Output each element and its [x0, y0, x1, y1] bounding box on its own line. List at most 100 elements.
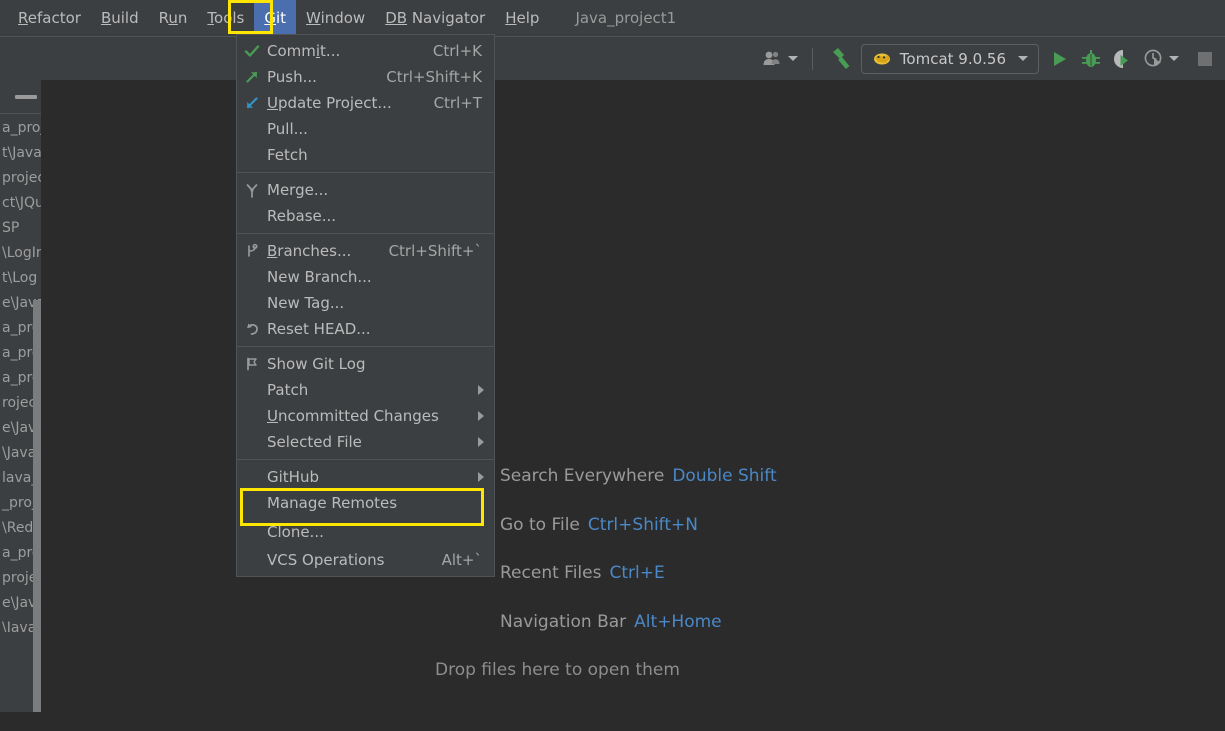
menu-item-uncommitted-changes[interactable]: Uncommitted Changes [237, 403, 494, 429]
menu-item-manage-remotes-label: Manage Remotes [267, 494, 398, 512]
chevron-down-icon[interactable] [1018, 56, 1028, 61]
menu-item-new-tag[interactable]: New Tag... [237, 290, 494, 316]
menu-item-branches-shortcut: Ctrl+Shift+` [388, 242, 482, 260]
menu-item-rebase-label: Rebase... [267, 207, 337, 225]
menu-window[interactable]: Window [296, 0, 375, 36]
menu-help[interactable]: Help [495, 0, 549, 36]
welcome-hint-shortcut: Alt+Home [634, 612, 722, 632]
stop-square-icon[interactable] [1193, 45, 1217, 73]
menu-item-show-git-log[interactable]: Show Git Log [237, 351, 494, 377]
welcome-hint-label: Navigation Bar [500, 612, 627, 632]
menu-item-patch[interactable]: Patch [237, 377, 494, 403]
menu-item-push[interactable]: Push... Ctrl+Shift+K [237, 64, 494, 90]
menu-db-navigator[interactable]: DB Navigator [375, 0, 495, 36]
submenu-arrow-icon [478, 437, 484, 447]
welcome-hint-shortcut: Double Shift [672, 466, 777, 486]
list-item[interactable]: ct\JQu [0, 191, 41, 216]
menu-item-vcs-operations[interactable]: VCS Operations Alt+` [237, 547, 494, 573]
welcome-hint-label: Recent Files [500, 563, 602, 583]
vertical-scrollbar[interactable] [33, 300, 41, 712]
main-toolbar: Tomcat 9.0.56 [0, 36, 1225, 80]
chevron-down-icon[interactable] [787, 56, 798, 61]
submenu-arrow-icon [478, 385, 484, 395]
menu-item-clone[interactable]: Clone... [237, 516, 494, 547]
menu-separator [237, 233, 494, 234]
menu-item-selected-file[interactable]: Selected File [237, 429, 494, 455]
menu-refactor[interactable]: Refactor [8, 0, 91, 36]
menu-item-update-project-label: Update Project... [267, 94, 392, 112]
menu-item-vcs-operations-label: VCS Operations [267, 551, 385, 569]
run-configuration-selector[interactable]: Tomcat 9.0.56 [860, 43, 1039, 74]
toolbar-separator [811, 47, 813, 70]
profiler-icon[interactable] [1143, 45, 1179, 73]
menu-item-branches[interactable]: Branches... Ctrl+Shift+` [237, 238, 494, 264]
welcome-hint: Navigation Bar Alt+Home [500, 612, 722, 632]
welcome-hint: Go to File Ctrl+Shift+N [500, 515, 698, 535]
menu-item-fetch-label: Fetch [267, 146, 308, 164]
menu-item-reset-head-label: Reset HEAD... [267, 320, 371, 338]
menu-item-clone-label: Clone... [267, 522, 324, 541]
minimize-dash-icon[interactable] [15, 95, 37, 99]
menu-item-vcs-operations-shortcut: Alt+` [441, 551, 482, 569]
menu-item-push-label: Push... [267, 68, 317, 86]
menu-item-selected-file-label: Selected File [267, 433, 362, 451]
menu-item-patch-label: Patch [267, 381, 309, 399]
tomcat-icon [873, 53, 890, 64]
menu-item-commit[interactable]: Commit... Ctrl+K [237, 38, 494, 64]
menu-item-fetch[interactable]: Fetch [237, 142, 494, 168]
drop-files-hint: Drop files here to open them [435, 660, 680, 680]
menu-item-reset-head[interactable]: Reset HEAD... [237, 316, 494, 342]
menu-refactor-label: Refactor [18, 9, 81, 27]
welcome-hint-label: Search Everywhere [500, 466, 665, 486]
user-icon[interactable] [762, 45, 798, 73]
branch-icon [237, 243, 267, 259]
main-content-area: Search Everywhere Double Shift Go to File… [0, 80, 1225, 731]
run-play-icon[interactable] [1047, 45, 1071, 73]
menu-item-merge-label: Merge... [267, 181, 329, 199]
menu-item-uncommitted-changes-label: Uncommitted Changes [267, 407, 439, 425]
menu-item-manage-remotes[interactable]: Manage Remotes [237, 490, 494, 516]
menu-item-commit-label: Commit... [267, 42, 341, 60]
list-item[interactable]: \LogIn [0, 241, 41, 266]
menu-item-pull-label: Pull... [267, 120, 308, 138]
menu-item-github-label: GitHub [267, 468, 319, 486]
menu-git[interactable]: Git [254, 0, 297, 36]
git-log-flag-icon [237, 356, 267, 372]
list-item[interactable]: t\Java [0, 141, 41, 166]
welcome-hint-label: Go to File [500, 515, 580, 535]
push-arrow-up-icon [237, 69, 267, 85]
run-with-coverage-icon[interactable] [1111, 45, 1135, 73]
merge-icon [237, 182, 267, 198]
welcome-hint: Search Everywhere Double Shift [500, 466, 777, 486]
menu-item-github[interactable]: GitHub [237, 464, 494, 490]
menu-item-update-project[interactable]: Update Project... Ctrl+T [237, 90, 494, 116]
list-item[interactable]: t\Log [0, 266, 41, 291]
debug-bug-icon[interactable] [1079, 45, 1103, 73]
menu-item-branches-label: Branches... [267, 242, 352, 260]
commit-check-icon [237, 43, 267, 59]
menu-item-show-git-log-label: Show Git Log [267, 355, 366, 373]
menu-run[interactable]: Run [149, 0, 198, 36]
git-dropdown-menu[interactable]: Commit... Ctrl+K Push... Ctrl+Shift+K Up… [236, 34, 495, 577]
menu-item-update-project-shortcut: Ctrl+T [433, 94, 482, 112]
menu-item-pull[interactable]: Pull... [237, 116, 494, 142]
menu-item-rebase[interactable]: Rebase... [237, 203, 494, 229]
menu-tools[interactable]: Tools [197, 0, 254, 36]
submenu-arrow-icon [478, 411, 484, 421]
project-title: Java_project1 [575, 9, 677, 27]
recent-projects-panel-footer [0, 632, 33, 712]
list-item[interactable]: SP [0, 216, 41, 241]
welcome-hint-shortcut: Ctrl+E [609, 563, 665, 583]
menu-bar: Refactor Build Run Tools Git Window DB N… [0, 0, 1225, 36]
hammer-icon[interactable] [827, 45, 853, 73]
menu-build[interactable]: Build [91, 0, 149, 36]
chevron-down-icon[interactable] [1169, 56, 1179, 61]
menu-separator [237, 346, 494, 347]
list-item[interactable]: projec [0, 166, 41, 191]
menu-item-merge[interactable]: Merge... [237, 177, 494, 203]
update-arrow-down-icon [237, 95, 267, 111]
list-item[interactable]: a_proj [0, 116, 41, 141]
toolbar-right-group: Tomcat 9.0.56 [762, 37, 1217, 80]
menu-refactor-rest: efactor [27, 9, 81, 27]
menu-item-new-branch[interactable]: New Branch... [237, 264, 494, 290]
